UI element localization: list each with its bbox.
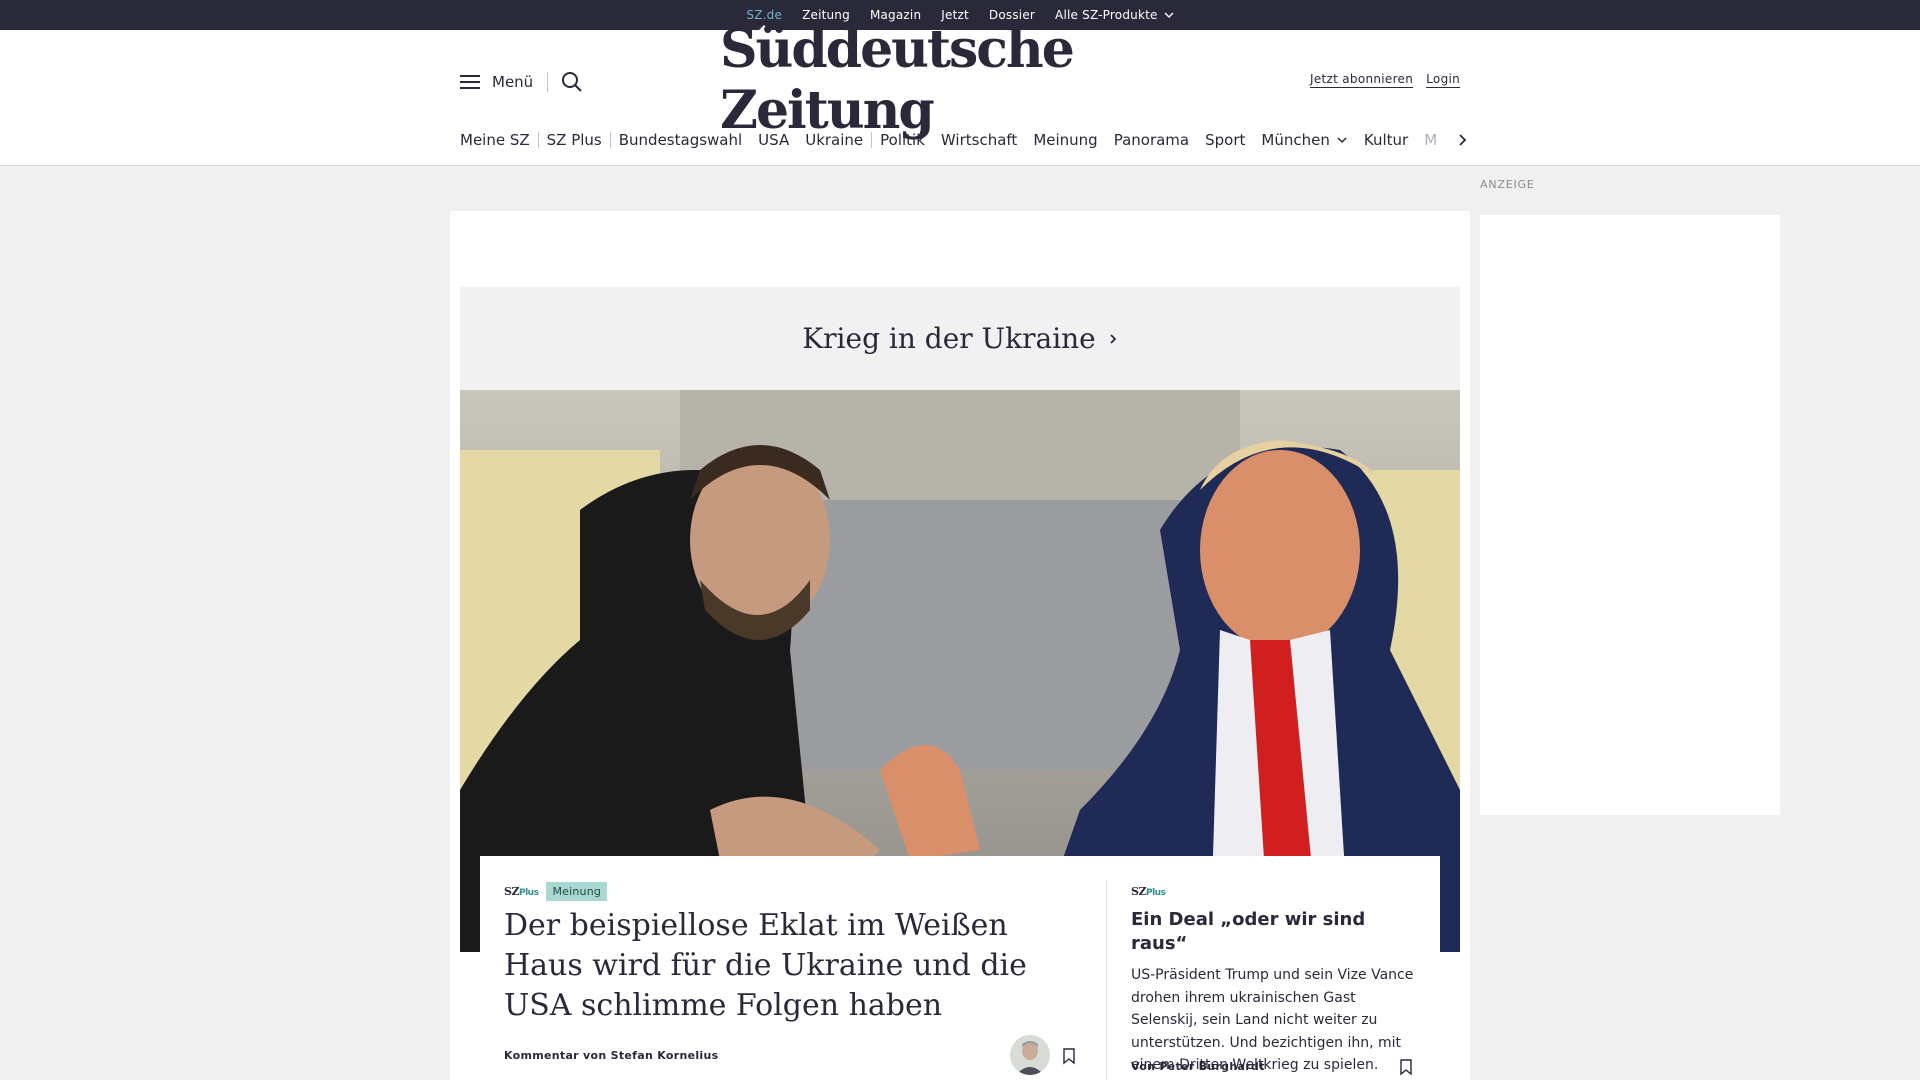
lead-badges: SZPlus Meinung bbox=[504, 880, 1074, 902]
teaser-divider bbox=[1106, 880, 1107, 1080]
sz-plus-badge: SZPlus bbox=[504, 884, 539, 898]
author-avatar bbox=[1010, 1035, 1050, 1075]
lead-headline[interactable]: Der beispiellose Eklat im Weißen Haus wi… bbox=[504, 906, 1074, 1026]
chevron-right-icon bbox=[1110, 333, 1117, 344]
ad-label: ANZEIGE bbox=[1480, 178, 1535, 191]
lead-byline: Kommentar von Stefan Kornelius bbox=[504, 1049, 719, 1062]
lead-article-teaser[interactable]: SZPlus Meinung Der beispiellose Eklat im… bbox=[504, 880, 1074, 1026]
nav-item-muenchen-label: München bbox=[1261, 131, 1330, 149]
chevron-right-icon bbox=[1459, 134, 1467, 146]
bookmark-button[interactable] bbox=[1061, 1047, 1077, 1065]
nav-item-meinung[interactable]: Meinung bbox=[1025, 131, 1105, 149]
bookmark-icon bbox=[1400, 1059, 1412, 1076]
bookmark-icon bbox=[1063, 1048, 1075, 1065]
sz-plus-suffix: Plus bbox=[518, 887, 539, 898]
site-logo[interactable]: Süddeutsche Zeitung bbox=[720, 19, 1200, 141]
site-header: Menü Süddeutsche Zeitung Jetzt abonniere… bbox=[0, 19, 1920, 166]
nav-item-kultur[interactable]: Kultur bbox=[1356, 131, 1416, 149]
sz-plus-brand: SZ bbox=[504, 884, 519, 898]
menu-label: Menü bbox=[492, 73, 534, 91]
sz-plus-brand: SZ bbox=[1131, 884, 1146, 898]
menu-button[interactable]: Menü bbox=[460, 70, 533, 94]
bookmark-button[interactable] bbox=[1398, 1058, 1414, 1076]
nav-item-wirtschaft[interactable]: Wirtschaft bbox=[933, 131, 1025, 149]
dossier-header-link[interactable]: Krieg in der Ukraine bbox=[460, 287, 1460, 390]
nav-item-meine-sz[interactable]: Meine SZ bbox=[460, 131, 538, 149]
nav-item-panorama[interactable]: Panorama bbox=[1106, 131, 1197, 149]
nav-item-bundestagswahl[interactable]: Bundestagswahl bbox=[611, 131, 750, 149]
nav-scroll-right-button[interactable] bbox=[1450, 128, 1474, 152]
side-headline[interactable]: Ein Deal „oder wir sind raus“ bbox=[1131, 908, 1421, 956]
sz-plus-suffix: Plus bbox=[1145, 887, 1166, 898]
search-button[interactable] bbox=[560, 70, 584, 94]
nav-item-truncated[interactable]: M bbox=[1416, 131, 1445, 149]
section-nav: Meine SZ SZ Plus Bundestagswahl USA Ukra… bbox=[460, 128, 1470, 152]
author-portrait-illustration bbox=[1010, 1035, 1050, 1075]
hamburger-icon bbox=[460, 75, 480, 89]
nav-item-politik[interactable]: Politik bbox=[872, 131, 933, 149]
sz-plus-badge: SZPlus bbox=[1131, 884, 1166, 898]
ad-slot[interactable] bbox=[1480, 215, 1780, 815]
nav-item-muenchen[interactable]: München bbox=[1253, 131, 1355, 149]
side-badges: SZPlus bbox=[1131, 880, 1421, 902]
side-byline: Von Peter Burghardt bbox=[1131, 1060, 1265, 1073]
nav-item-usa[interactable]: USA bbox=[750, 131, 797, 149]
divider bbox=[547, 72, 548, 92]
side-article-teaser[interactable]: SZPlus Ein Deal „oder wir sind raus“ US-… bbox=[1131, 880, 1421, 1077]
account-links: Jetzt abonnieren Login bbox=[1310, 72, 1460, 86]
dossier-title: Krieg in der Ukraine bbox=[802, 322, 1096, 355]
login-link[interactable]: Login bbox=[1426, 72, 1460, 86]
category-tag: Meinung bbox=[546, 881, 608, 901]
nav-item-sz-plus[interactable]: SZ Plus bbox=[539, 131, 610, 149]
chevron-down-icon bbox=[1337, 137, 1347, 144]
nav-item-ukraine[interactable]: Ukraine bbox=[797, 131, 871, 149]
subscribe-link[interactable]: Jetzt abonnieren bbox=[1310, 72, 1413, 86]
nav-item-sport[interactable]: Sport bbox=[1197, 131, 1253, 149]
search-icon bbox=[562, 72, 582, 92]
